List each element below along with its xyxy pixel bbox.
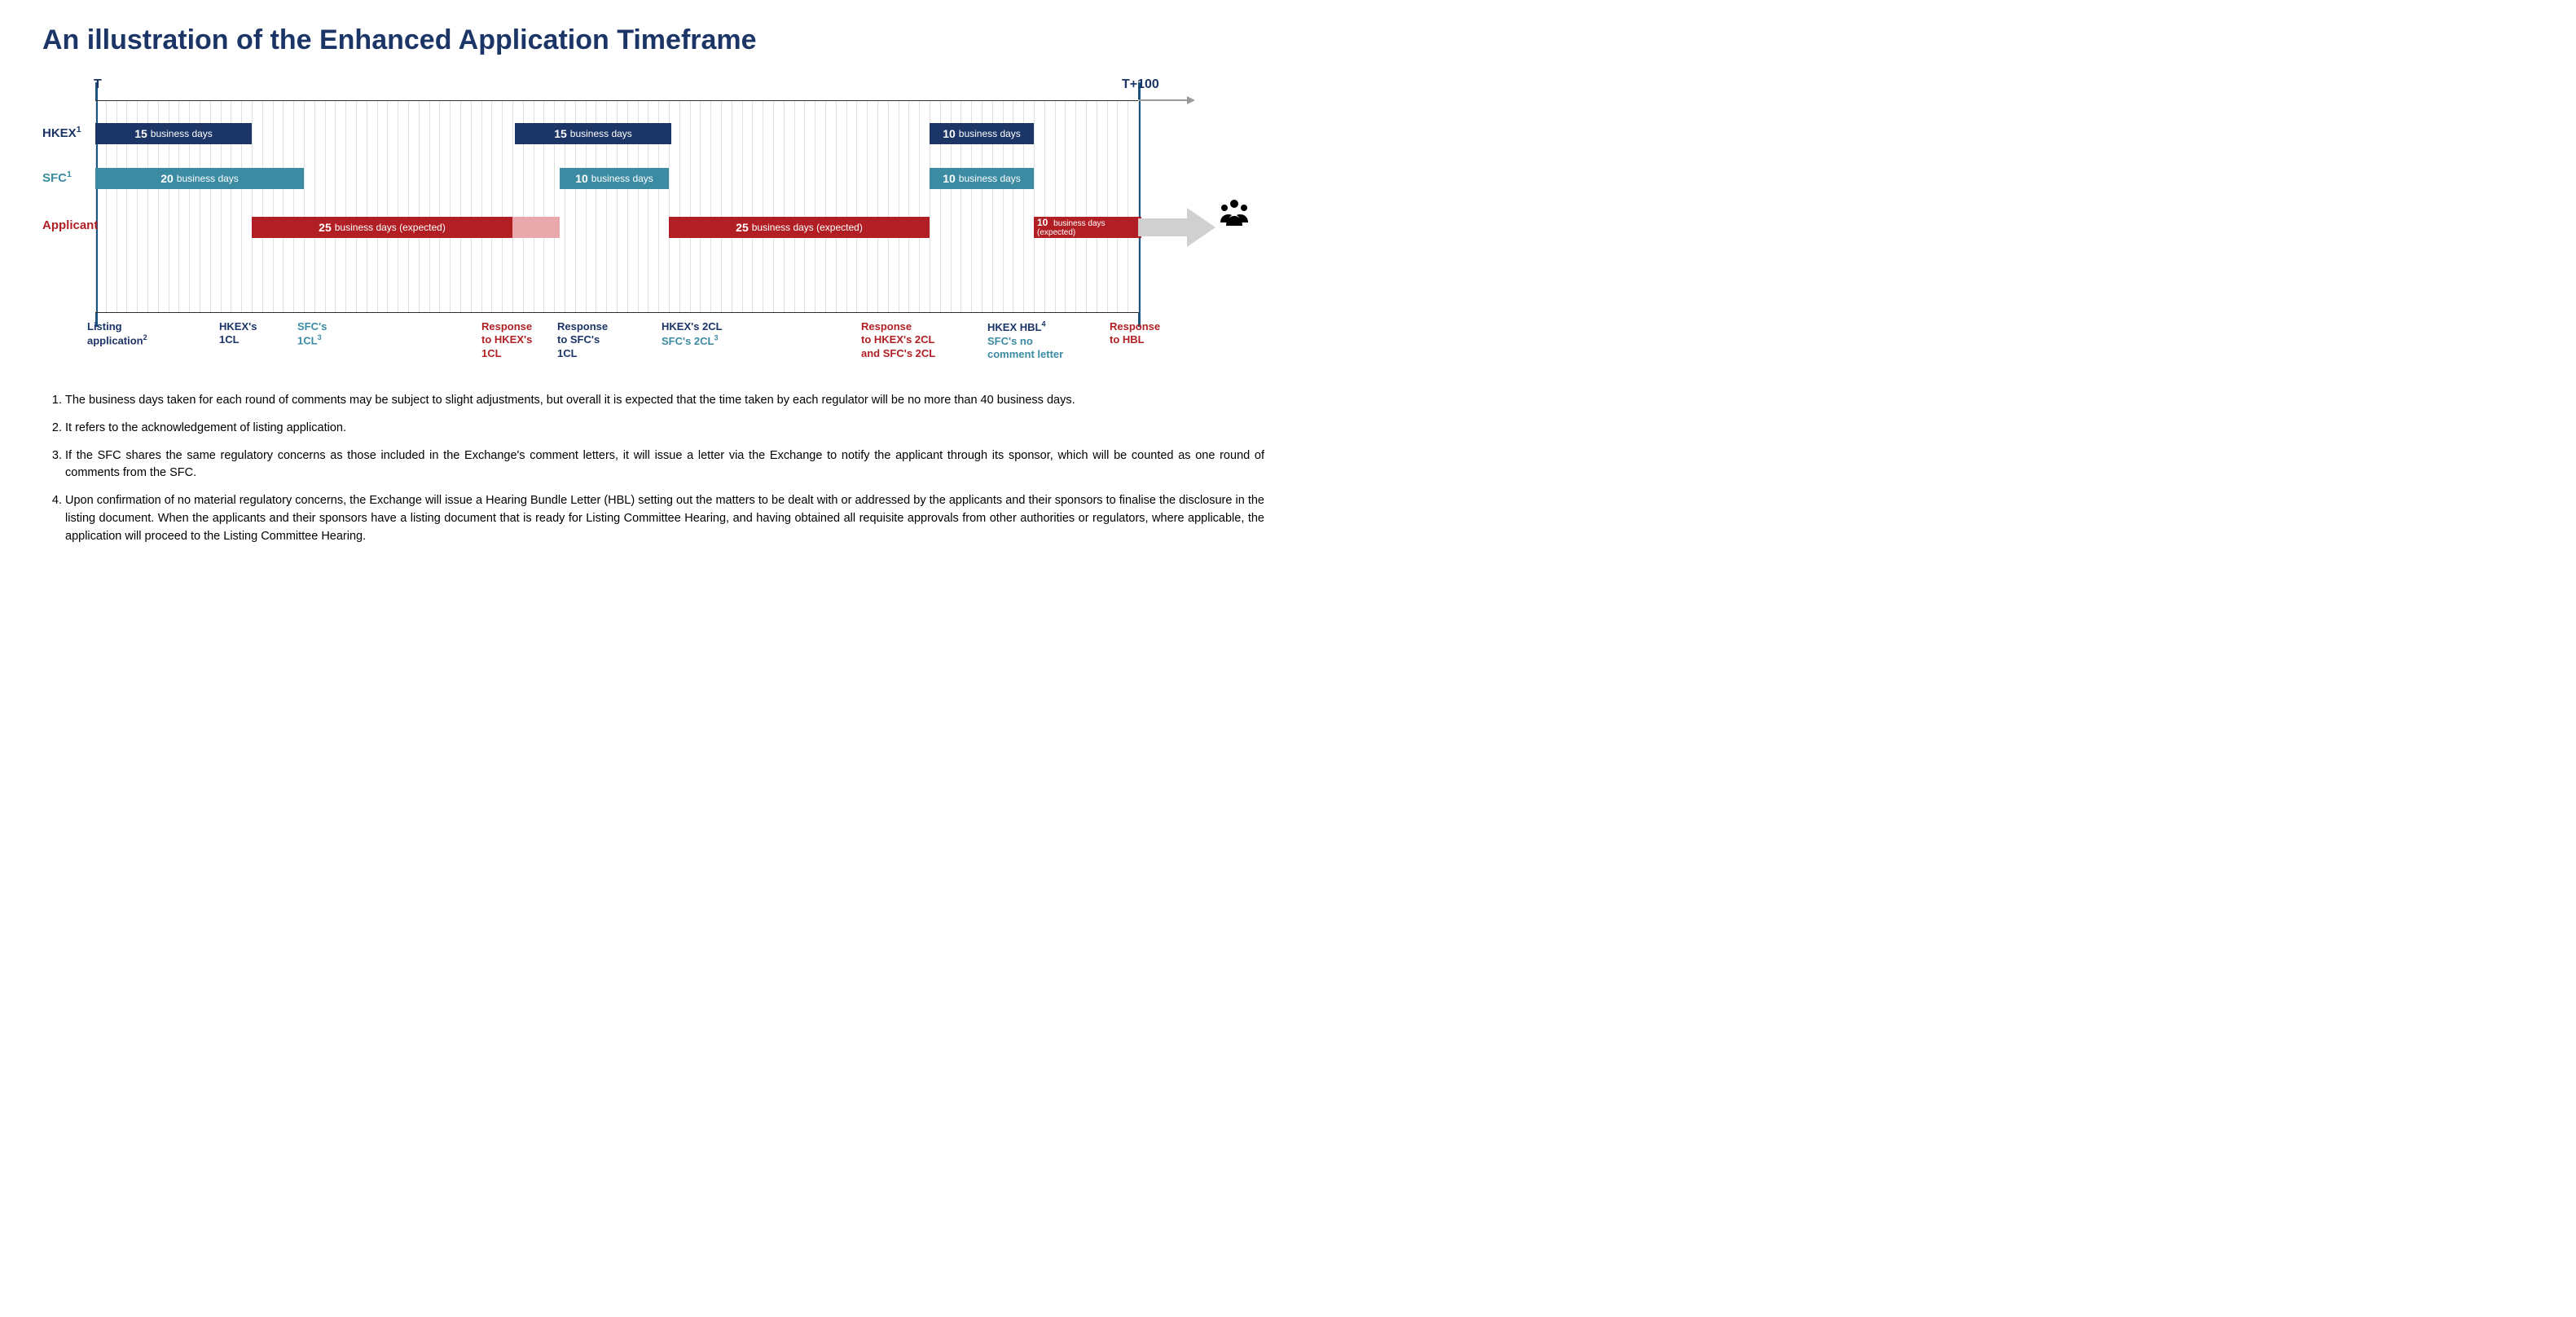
milestone-listing-application: Listingapplication2 [87, 320, 147, 348]
note-4: Upon confirmation of no material regulat… [65, 492, 1264, 545]
timeline-chart: T T+100 HKEX1 SFC1 Applicant 15business … [42, 76, 1167, 369]
milestone-resp-sfc-1cl: Responseto SFC's1CL [557, 320, 608, 360]
people-icon [1217, 198, 1251, 238]
page-title: An illustration of the Enhanced Applicat… [42, 24, 1264, 56]
footnotes: The business days taken for each round o… [42, 392, 1264, 545]
bar-hkex-1: 15business days [95, 123, 252, 144]
bar-hkex-3: 10business days [930, 123, 1034, 144]
bar-app-overlap [512, 217, 560, 238]
axis-bottom [95, 312, 1138, 313]
milestone-hbl: HKEX HBL4SFC's nocomment letter [987, 320, 1063, 361]
milestone-sfc-1cl: SFC's1CL3 [297, 320, 327, 348]
milestone-2cl: HKEX's 2CLSFC's 2CL3 [662, 320, 723, 348]
arrow-right-icon [1138, 95, 1195, 106]
bar-app-2: 25business days (expected) [669, 217, 930, 238]
axis-label-t: T [94, 77, 102, 92]
bar-sfc-2: 10business days [560, 168, 669, 189]
milestone-resp-2cl: Responseto HKEX's 2CLand SFC's 2CL [861, 320, 935, 360]
bar-hkex-2: 15business days [515, 123, 671, 144]
note-1: The business days taken for each round o… [65, 392, 1264, 410]
bar-app-1: 25business days (expected) [252, 217, 512, 238]
axis-label-t100: T+100 [1122, 77, 1159, 92]
axis-top [95, 100, 1138, 101]
milestone-resp-hbl: Responseto HBL [1110, 320, 1160, 347]
bar-sfc-3: 10business days [930, 168, 1034, 189]
milestone-hkex-1cl: HKEX's1CL [219, 320, 257, 347]
bar-app-3: 10 business days(expected) [1034, 217, 1141, 238]
big-arrow-icon [1138, 205, 1215, 250]
note-2: It refers to the acknowledgement of list… [65, 420, 1264, 438]
lane-label-applicant: Applicant [42, 218, 98, 232]
lane-label-sfc: SFC1 [42, 170, 72, 185]
bar-sfc-1: 20business days [95, 168, 304, 189]
milestone-resp-hkex-1cl: Responseto HKEX's1CL [481, 320, 532, 360]
lane-label-hkex: HKEX1 [42, 125, 81, 140]
note-3: If the SFC shares the same regulatory co… [65, 447, 1264, 483]
